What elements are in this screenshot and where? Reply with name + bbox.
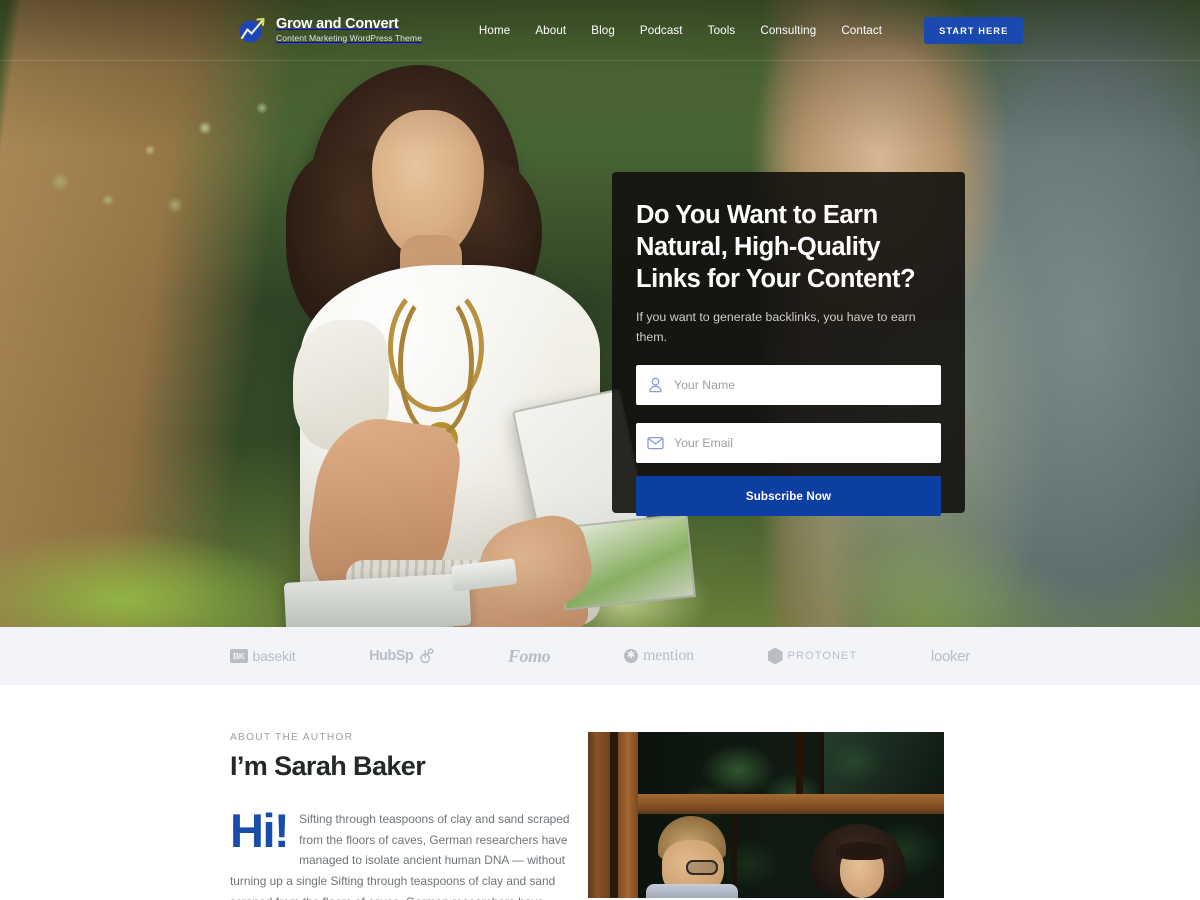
- client-logo-strip: BK basekit HubSp Fomo ✱ mention PROTONET…: [0, 627, 1200, 685]
- growth-arrow-circle-icon: [237, 15, 267, 45]
- nav-item-podcast[interactable]: Podcast: [640, 24, 683, 37]
- bio-dropcap: Hi!: [230, 804, 290, 857]
- author-bio: Hi! Sifting through teaspoons of clay an…: [230, 804, 580, 900]
- brand-logo-link[interactable]: Grow and Convert Content Marketing WordP…: [237, 15, 422, 45]
- email-input[interactable]: [674, 436, 941, 451]
- nav-item-contact[interactable]: Contact: [841, 24, 882, 37]
- hero-section: Grow and Convert Content Marketing WordP…: [0, 0, 1200, 627]
- hero-tablet-prop: [283, 573, 472, 627]
- author-photo: [588, 732, 944, 898]
- site-header: Grow and Convert Content Marketing WordP…: [0, 0, 1200, 61]
- subscribe-now-button[interactable]: Subscribe Now: [636, 476, 941, 517]
- optin-card: Do You Want to Earn Natural, High-Qualit…: [612, 172, 965, 517]
- client-logo-hubspot: HubSp: [369, 648, 434, 664]
- name-input[interactable]: [674, 378, 941, 393]
- client-logo-fomo: Fomo: [507, 645, 551, 667]
- client-logo-label: Fomo: [507, 645, 551, 666]
- envelope-icon: [636, 436, 674, 450]
- nav-item-home[interactable]: Home: [479, 24, 510, 37]
- client-logo-label: basekit: [252, 648, 296, 664]
- nav-item-blog[interactable]: Blog: [591, 24, 615, 37]
- client-logo-label: looker: [930, 647, 970, 665]
- client-logo-mention: ✱ mention: [623, 647, 694, 665]
- client-logo-label: PROTONET: [787, 650, 858, 662]
- optin-subheadline: If you want to generate backlinks, you h…: [636, 310, 916, 345]
- star-circle-icon: ✱: [623, 649, 638, 663]
- brand-title: Grow and Convert: [276, 15, 399, 32]
- author-name-heading: I’m Sarah Baker: [230, 751, 426, 781]
- start-here-button[interactable]: START HERE: [924, 16, 1024, 44]
- nav-item-consulting[interactable]: Consulting: [760, 24, 816, 37]
- nav-item-about[interactable]: About: [535, 24, 566, 37]
- client-logo-protonet: PROTONET: [767, 647, 858, 665]
- about-author-eyebrow: ABOUT THE AUTHOR: [230, 732, 354, 743]
- hubspot-sprocket-icon: [420, 648, 434, 664]
- client-logo-basekit: BK basekit: [230, 648, 296, 664]
- client-logo-label: HubSp: [369, 648, 414, 664]
- brand-subtitle: Content Marketing WordPress Theme: [276, 33, 422, 44]
- about-author-section: ABOUT THE AUTHOR I’m Sarah Baker Hi! Sif…: [0, 685, 1200, 900]
- basekit-badge-icon: BK: [230, 649, 248, 663]
- client-logo-label: mention: [642, 647, 694, 664]
- hexagon-icon: [767, 647, 783, 665]
- nav-item-tools[interactable]: Tools: [708, 24, 736, 37]
- client-logo-looker: looker: [931, 648, 970, 665]
- email-field-wrapper[interactable]: [636, 423, 941, 464]
- name-field-wrapper[interactable]: [636, 365, 941, 406]
- optin-headline: Do You Want to Earn Natural, High-Qualit…: [636, 201, 916, 293]
- main-navigation: Home About Blog Podcast Tools Consulting…: [479, 24, 882, 37]
- user-icon: [636, 377, 674, 393]
